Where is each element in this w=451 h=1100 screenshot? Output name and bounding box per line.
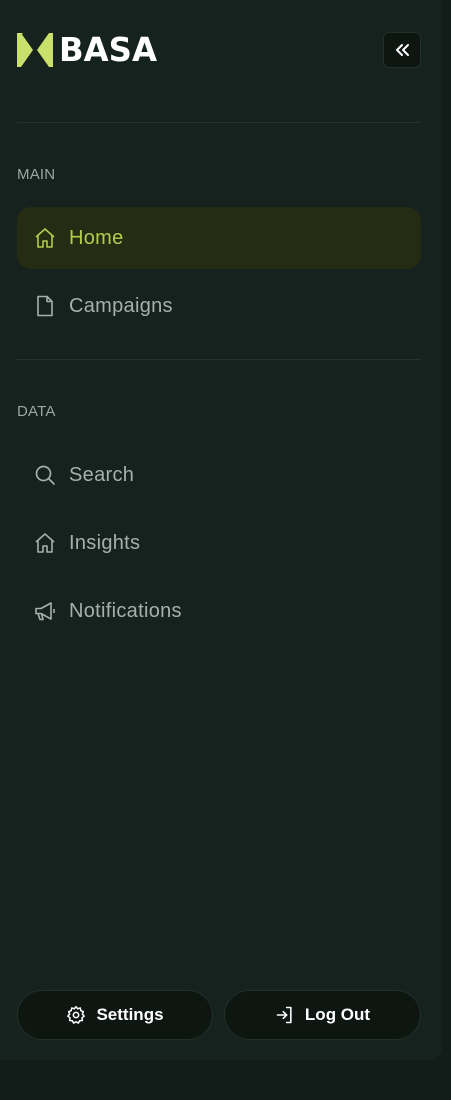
divider: [17, 122, 421, 123]
double-chevron-left-icon: [396, 44, 409, 56]
sidebar-item-insights[interactable]: Insights: [17, 512, 421, 574]
sidebar-item-label: Home: [69, 226, 124, 249]
document-icon: [33, 294, 57, 318]
brand-name: BASA: [59, 30, 157, 69]
sidebar-item-search[interactable]: Search: [17, 444, 421, 506]
settings-label: Settings: [96, 1005, 164, 1024]
settings-button[interactable]: Settings: [17, 990, 213, 1040]
divider: [17, 359, 421, 360]
brand-logo[interactable]: BASA: [17, 32, 159, 68]
home-icon: [33, 226, 57, 250]
sidebar-item-home[interactable]: Home: [17, 207, 421, 269]
sidebar: BASA MAIN Home Campaigns DATA Search Ins…: [0, 0, 442, 1060]
collapse-sidebar-button[interactable]: [383, 32, 421, 68]
sidebar-item-label: Notifications: [69, 599, 182, 622]
sidebar-item-label: Search: [69, 463, 135, 486]
sidebar-item-notifications[interactable]: Notifications: [17, 580, 421, 642]
megaphone-icon: [33, 599, 57, 623]
section-label-data: DATA: [17, 403, 56, 420]
gear-icon: [67, 1005, 86, 1024]
sidebar-item-label: Campaigns: [69, 294, 173, 317]
sidebar-item-campaigns[interactable]: Campaigns: [17, 275, 421, 337]
search-icon: [33, 463, 57, 487]
sidebar-item-label: Insights: [69, 531, 141, 554]
logout-button[interactable]: Log Out: [224, 990, 421, 1040]
section-label-main: MAIN: [17, 166, 56, 183]
logout-icon: [276, 1006, 292, 1024]
basa-mark-icon: [17, 33, 53, 67]
home-icon: [33, 531, 57, 555]
logout-label: Log Out: [304, 1005, 371, 1024]
